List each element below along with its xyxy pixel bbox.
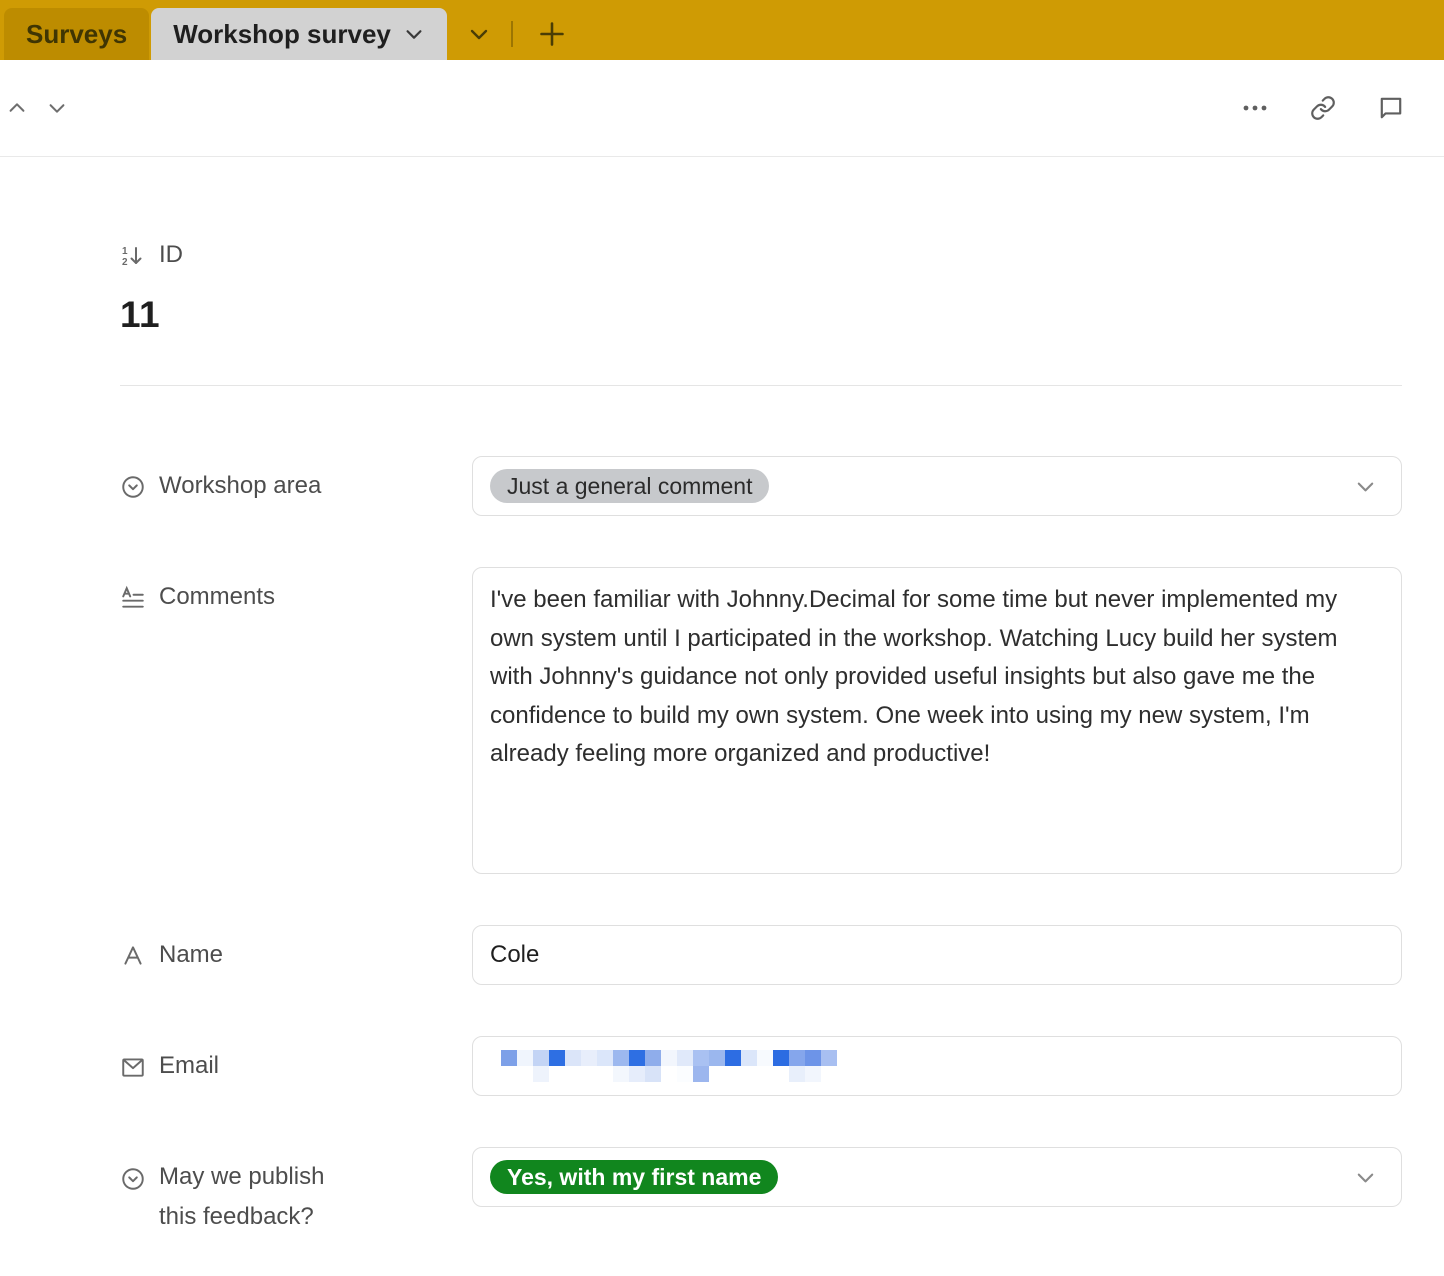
autonumber-icon: 1 2 bbox=[120, 244, 146, 268]
chevron-down-icon[interactable] bbox=[1354, 475, 1377, 498]
field-label: May we publish this feedback? bbox=[159, 1157, 364, 1237]
redacted-email-value bbox=[501, 1050, 837, 1082]
field-row-name: Name Cole bbox=[120, 925, 1402, 985]
svg-text:2: 2 bbox=[122, 257, 128, 268]
ellipsis-icon bbox=[1242, 104, 1268, 112]
link-icon bbox=[1310, 95, 1336, 121]
next-record-button[interactable] bbox=[46, 97, 68, 119]
comment-bubble-icon bbox=[1378, 95, 1404, 121]
email-input[interactable] bbox=[472, 1036, 1402, 1096]
tab-workshop-survey[interactable]: Workshop survey bbox=[151, 8, 447, 60]
field-label: Email bbox=[159, 1046, 219, 1086]
field-label: Name bbox=[159, 935, 223, 975]
name-input[interactable]: Cole bbox=[472, 925, 1402, 985]
single-select-icon bbox=[120, 474, 146, 500]
field-label: Workshop area bbox=[159, 466, 321, 506]
email-icon bbox=[120, 1054, 146, 1080]
copy-record-link-button[interactable] bbox=[1310, 95, 1336, 121]
primary-field-header: 1 2 ID bbox=[120, 241, 1402, 269]
more-options-button[interactable] bbox=[1242, 104, 1268, 112]
field-row-comments: Comments I've been familiar with Johnny.… bbox=[120, 567, 1402, 874]
comments-button[interactable] bbox=[1378, 95, 1404, 121]
record-detail: 1 2 ID 11 Workshop area Just a general c… bbox=[0, 157, 1444, 1237]
single-line-text-icon bbox=[120, 943, 146, 969]
table-tab-bar: Surveys Workshop survey bbox=[0, 0, 1444, 60]
table-list-expander[interactable] bbox=[447, 8, 511, 60]
chevron-down-icon[interactable] bbox=[1354, 1166, 1377, 1189]
field-row-workshop-area: Workshop area Just a general comment bbox=[120, 456, 1402, 516]
section-divider bbox=[120, 385, 1402, 386]
workshop-area-select[interactable]: Just a general comment bbox=[472, 456, 1402, 516]
field-label: Comments bbox=[159, 577, 275, 617]
chevron-up-icon bbox=[6, 97, 28, 119]
chevron-down-icon[interactable] bbox=[403, 23, 425, 45]
primary-field-label: ID bbox=[159, 241, 183, 269]
tab-surveys-label: Surveys bbox=[26, 19, 127, 50]
record-id-value: 11 bbox=[120, 294, 1402, 336]
single-select-icon bbox=[120, 1166, 146, 1192]
chevron-down-icon bbox=[46, 97, 68, 119]
record-toolbar bbox=[0, 60, 1444, 157]
chevron-down-icon bbox=[467, 22, 491, 46]
field-row-email: Email bbox=[120, 1036, 1402, 1096]
select-value-pill[interactable]: Yes, with my first name bbox=[490, 1160, 778, 1194]
publish-consent-select[interactable]: Yes, with my first name bbox=[472, 1147, 1402, 1207]
long-text-icon bbox=[120, 585, 146, 611]
plus-icon bbox=[538, 20, 566, 48]
comments-textarea[interactable]: I've been familiar with Johnny.Decimal f… bbox=[472, 567, 1402, 874]
select-value-pill[interactable]: Just a general comment bbox=[490, 469, 769, 503]
previous-record-button[interactable] bbox=[6, 97, 28, 119]
svg-text:1: 1 bbox=[122, 246, 128, 257]
tab-workshop-survey-label: Workshop survey bbox=[173, 19, 391, 50]
add-table-button[interactable] bbox=[513, 8, 591, 60]
tab-surveys[interactable]: Surveys bbox=[4, 8, 149, 60]
field-row-publish-consent: May we publish this feedback? Yes, with … bbox=[120, 1147, 1402, 1237]
